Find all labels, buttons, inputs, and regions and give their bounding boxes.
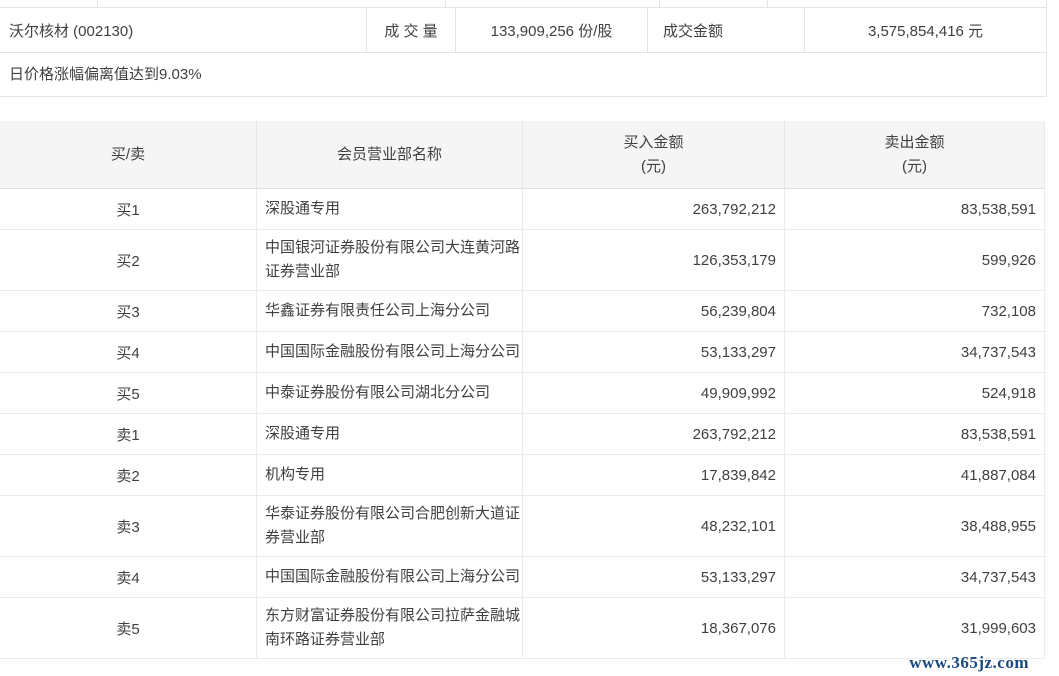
row-buy-amount: 53,133,297 bbox=[523, 557, 785, 597]
broker-table: 买/卖 会员营业部名称 买入金额 (元) 卖出金额 (元) 买1 深股通专用 2… bbox=[0, 121, 1045, 659]
row-sell-amount: 732,108 bbox=[785, 291, 1045, 331]
row-buy-amount: 48,232,101 bbox=[523, 496, 785, 556]
header-sell-amount: 卖出金额 (元) bbox=[785, 121, 1045, 188]
row-broker-name: 深股通专用 bbox=[257, 189, 523, 229]
table-row: 卖1 深股通专用 263,792,212 83,538,591 bbox=[0, 414, 1045, 455]
clipped-cell bbox=[0, 0, 98, 7]
header-broker-name-label: 会员营业部名称 bbox=[257, 143, 522, 167]
row-broker-name: 华泰证券股份有限公司合肥创新大道证券营业部 bbox=[257, 496, 523, 556]
header-buy-amount-label: 买入金额 bbox=[523, 131, 784, 155]
row-broker-name: 深股通专用 bbox=[257, 414, 523, 454]
broker-table-body: 买1 深股通专用 263,792,212 83,538,591 买2 中国银河证… bbox=[0, 189, 1045, 659]
row-sell-amount: 38,488,955 bbox=[785, 496, 1045, 556]
header-buy-sell-label: 买/卖 bbox=[0, 143, 256, 167]
row-rank: 卖4 bbox=[0, 557, 257, 597]
row-broker-name: 东方财富证券股份有限公司拉萨金融城南环路证券营业部 bbox=[257, 598, 523, 658]
row-rank: 卖3 bbox=[0, 496, 257, 556]
table-row: 卖2 机构专用 17,839,842 41,887,084 bbox=[0, 455, 1045, 496]
row-broker-name: 华鑫证券有限责任公司上海分公司 bbox=[257, 291, 523, 331]
stock-summary-row: 沃尔核材 (002130) 成 交 量 133,909,256 份/股 成交金额… bbox=[0, 8, 1047, 53]
clipped-cell bbox=[446, 0, 660, 7]
row-buy-amount: 263,792,212 bbox=[523, 189, 785, 229]
row-rank: 卖2 bbox=[0, 455, 257, 495]
row-sell-amount: 83,538,591 bbox=[785, 414, 1045, 454]
turnover-value: 3,575,854,416 元 bbox=[805, 8, 1047, 52]
table-row: 买1 深股通专用 263,792,212 83,538,591 bbox=[0, 189, 1045, 230]
clipped-cell bbox=[98, 0, 446, 7]
header-broker-name: 会员营业部名称 bbox=[257, 121, 523, 188]
row-broker-name: 机构专用 bbox=[257, 455, 523, 495]
row-rank: 买5 bbox=[0, 373, 257, 413]
row-buy-amount: 18,367,076 bbox=[523, 598, 785, 658]
volume-value: 133,909,256 份/股 bbox=[456, 8, 648, 52]
row-rank: 卖5 bbox=[0, 598, 257, 658]
row-sell-amount: 31,999,603 bbox=[785, 598, 1045, 658]
stock-name: 沃尔核材 (002130) bbox=[0, 8, 367, 52]
clipped-cell bbox=[660, 0, 768, 7]
row-sell-amount: 34,737,543 bbox=[785, 557, 1045, 597]
row-buy-amount: 17,839,842 bbox=[523, 455, 785, 495]
header-sell-amount-unit: (元) bbox=[785, 155, 1044, 179]
turnover-label: 成交金额 bbox=[648, 8, 805, 52]
header-buy-amount-unit: (元) bbox=[523, 155, 784, 179]
row-rank: 买2 bbox=[0, 230, 257, 290]
row-sell-amount: 599,926 bbox=[785, 230, 1045, 290]
clipped-cell bbox=[768, 0, 1047, 7]
header-sell-amount-label: 卖出金额 bbox=[785, 131, 1044, 155]
volume-label: 成 交 量 bbox=[367, 8, 456, 52]
table-row: 卖5 东方财富证券股份有限公司拉萨金融城南环路证券营业部 18,367,076 … bbox=[0, 598, 1045, 659]
row-rank: 买1 bbox=[0, 189, 257, 229]
row-sell-amount: 524,918 bbox=[785, 373, 1045, 413]
table-row: 买2 中国银河证券股份有限公司大连黄河路证券营业部 126,353,179 59… bbox=[0, 230, 1045, 291]
header-buy-sell: 买/卖 bbox=[0, 121, 257, 188]
row-sell-amount: 83,538,591 bbox=[785, 189, 1045, 229]
row-rank: 买4 bbox=[0, 332, 257, 372]
table-row: 卖4 中国国际金融股份有限公司上海分公司 53,133,297 34,737,5… bbox=[0, 557, 1045, 598]
price-deviation-notice: 日价格涨幅偏离值达到9.03% bbox=[0, 53, 1047, 97]
row-buy-amount: 56,239,804 bbox=[523, 291, 785, 331]
row-broker-name: 中泰证券股份有限公司湖北分公司 bbox=[257, 373, 523, 413]
row-broker-name: 中国国际金融股份有限公司上海分公司 bbox=[257, 332, 523, 372]
page: 沃尔核材 (002130) 成 交 量 133,909,256 份/股 成交金额… bbox=[0, 0, 1059, 676]
row-broker-name: 中国银河证券股份有限公司大连黄河路证券营业部 bbox=[257, 230, 523, 290]
table-row: 买3 华鑫证券有限责任公司上海分公司 56,239,804 732,108 bbox=[0, 291, 1045, 332]
row-rank: 买3 bbox=[0, 291, 257, 331]
table-row: 买5 中泰证券股份有限公司湖北分公司 49,909,992 524,918 bbox=[0, 373, 1045, 414]
row-sell-amount: 41,887,084 bbox=[785, 455, 1045, 495]
header-buy-amount: 买入金额 (元) bbox=[523, 121, 785, 188]
stock-info-table: 沃尔核材 (002130) 成 交 量 133,909,256 份/股 成交金额… bbox=[0, 0, 1047, 97]
clipped-top-row bbox=[0, 0, 1047, 8]
row-buy-amount: 126,353,179 bbox=[523, 230, 785, 290]
broker-table-header: 买/卖 会员营业部名称 买入金额 (元) 卖出金额 (元) bbox=[0, 121, 1045, 189]
row-buy-amount: 263,792,212 bbox=[523, 414, 785, 454]
row-buy-amount: 49,909,992 bbox=[523, 373, 785, 413]
table-row: 卖3 华泰证券股份有限公司合肥创新大道证券营业部 48,232,101 38,4… bbox=[0, 496, 1045, 557]
row-rank: 卖1 bbox=[0, 414, 257, 454]
row-buy-amount: 53,133,297 bbox=[523, 332, 785, 372]
row-broker-name: 中国国际金融股份有限公司上海分公司 bbox=[257, 557, 523, 597]
table-row: 买4 中国国际金融股份有限公司上海分公司 53,133,297 34,737,5… bbox=[0, 332, 1045, 373]
row-sell-amount: 34,737,543 bbox=[785, 332, 1045, 372]
watermark: www.365jz.com bbox=[909, 653, 1029, 673]
